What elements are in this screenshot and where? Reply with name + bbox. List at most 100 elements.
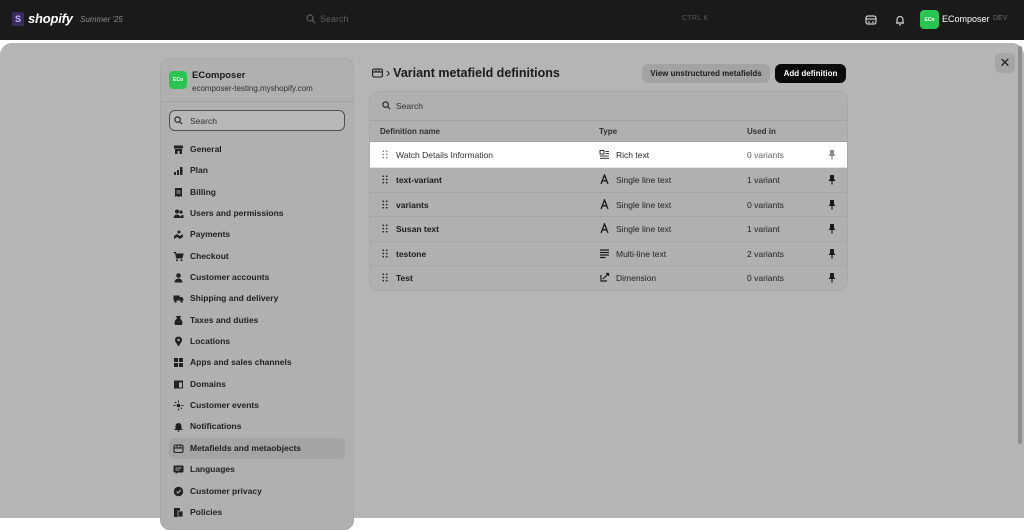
definition-name[interactable]: text-variant: [396, 175, 442, 185]
person-icon: [174, 273, 183, 283]
bell-icon[interactable]: [893, 13, 907, 27]
view-unstructured-metafields-button[interactable]: View unstructured metafields: [642, 64, 770, 83]
dimension-icon: [600, 272, 610, 282]
sidebar-item-label: Customer accounts: [190, 272, 270, 283]
pin-icon[interactable]: [827, 174, 837, 185]
store-avatar[interactable]: ECo: [920, 10, 939, 29]
sidebar-item-billing[interactable]: Billing: [169, 182, 345, 203]
column-header-used-in: Used in: [747, 127, 776, 136]
storefront-icon[interactable]: [864, 13, 878, 27]
global-search-placeholder: Search: [320, 14, 349, 24]
sidebar-item-plan[interactable]: Plan: [169, 160, 345, 181]
definition-used-in: 1 variant: [747, 175, 780, 185]
sidebar-item-metafields[interactable]: Metafields and metaobjects: [169, 437, 345, 460]
close-icon: ✕: [999, 55, 1011, 70]
pin-icon[interactable]: [827, 272, 837, 283]
search-shortcut: CTRL K: [682, 15, 709, 22]
page-title-text: Variant metafield definitions: [393, 66, 560, 80]
definition-name[interactable]: Watch Details Information: [396, 150, 493, 160]
store-icon: [174, 145, 183, 154]
settings-search-placeholder: Search: [190, 116, 217, 126]
definition-name[interactable]: testone: [396, 249, 426, 259]
multi-line-text-icon: [600, 248, 609, 258]
sidebar-item-domains[interactable]: Domains: [169, 374, 345, 395]
shopify-wordmark[interactable]: shopify: [28, 11, 73, 26]
sidebar-item-checkout[interactable]: Checkout: [169, 246, 345, 267]
drag-handle-icon[interactable]: [382, 248, 388, 258]
sidebar-item-users[interactable]: Users and permissions: [169, 203, 345, 224]
table-row[interactable]: testone Multi-line text 2 variants: [370, 241, 847, 266]
sidebar-item-label: Locations: [190, 336, 231, 347]
store-env-badge: DEV: [993, 15, 1008, 22]
sidebar-item-label: Shipping and delivery: [190, 293, 279, 304]
drag-handle-icon[interactable]: [382, 150, 388, 159]
sidebar-item-label: Plan: [190, 165, 208, 176]
definition-type: Single line text: [616, 224, 672, 234]
pin-icon[interactable]: [827, 248, 837, 259]
global-search-input[interactable]: Search CTRL K: [306, 13, 716, 27]
sidebar-item-label: Users and permissions: [190, 208, 284, 219]
sidebar-item-label: General: [190, 144, 222, 154]
definitions-card: Search Definition name Type Used in Watc…: [369, 91, 848, 291]
definition-name[interactable]: Susan text: [396, 224, 439, 234]
drag-handle-icon[interactable]: [382, 273, 388, 282]
column-header-type: Type: [599, 127, 618, 136]
pin-icon[interactable]: [827, 199, 837, 210]
sidebar-item-customer-events[interactable]: Customer events: [169, 395, 345, 416]
settings-sidebar: ECo EComposer ecomposer-testing.myshopif…: [160, 58, 354, 530]
drag-handle-icon[interactable]: [382, 199, 388, 209]
sidebar-item-languages[interactable]: Languages: [169, 459, 345, 480]
rich-text-icon: [599, 150, 609, 159]
close-button[interactable]: ✕: [995, 53, 1015, 73]
table-row[interactable]: text-variant Single line text 1 variant: [370, 167, 847, 193]
drag-handle-icon[interactable]: [382, 175, 388, 184]
definition-used-in: 2 variants: [747, 248, 784, 259]
definitions-search-input[interactable]: Search: [370, 92, 847, 121]
sidebar-item-customer-privacy[interactable]: Customer privacy: [169, 481, 345, 502]
definition-name[interactable]: variants: [396, 200, 429, 210]
sidebar-item-label: Metafields and metaobjects: [190, 442, 302, 453]
sidebar-store-domain: ecomposer-testing.myshopify.com: [192, 84, 313, 93]
page-title: › Variant metafield definitions: [372, 66, 560, 80]
sidebar-item-label: Customer privacy: [190, 485, 262, 496]
cart-icon: [173, 251, 184, 262]
sidebar-item-customer-accounts[interactable]: Customer accounts: [169, 267, 345, 288]
single-line-text-icon: [600, 174, 609, 185]
sidebar-item-locations[interactable]: Locations: [169, 331, 345, 352]
sidebar-item-payments[interactable]: Payments: [169, 224, 345, 245]
metafields-icon: [173, 444, 184, 453]
drag-handle-icon[interactable]: [382, 224, 388, 233]
store-avatar: ECo: [169, 71, 187, 89]
sidebar-item-shipping[interactable]: Shipping and delivery: [169, 288, 345, 309]
single-line-text-icon: [600, 198, 609, 209]
settings-search-input[interactable]: Search: [169, 110, 345, 131]
table-row[interactable]: Watch Details Information Rich text 0 va…: [370, 142, 847, 168]
privacy-icon: [173, 486, 184, 496]
store-name[interactable]: EComposer: [942, 14, 990, 24]
sidebar-item-label: Languages: [190, 464, 235, 475]
definition-name[interactable]: Test: [396, 273, 413, 283]
pin-icon[interactable]: [827, 223, 837, 234]
sidebar-item-taxes[interactable]: Taxes and duties: [169, 310, 345, 331]
sidebar-item-general[interactable]: General: [169, 139, 345, 160]
definition-type: Multi-line text: [616, 248, 667, 259]
table-row[interactable]: variants Single line text 0 variants: [370, 192, 847, 217]
search-icon: [174, 116, 183, 125]
add-definition-button[interactable]: Add definition: [775, 64, 846, 83]
tax-icon: [174, 315, 183, 325]
scrollbar[interactable]: [1018, 46, 1022, 444]
definition-type: Single line text: [616, 199, 672, 210]
pin-icon[interactable]: [827, 149, 837, 160]
sidebar-item-apps[interactable]: Apps and sales channels: [169, 352, 345, 373]
sidebar-item-notifications[interactable]: Notifications: [169, 416, 345, 437]
column-header-name: Definition name: [380, 127, 441, 136]
search-icon: [306, 14, 316, 24]
shopify-logo-icon[interactable]: S: [12, 12, 24, 26]
events-icon: [173, 400, 184, 411]
truck-icon: [173, 295, 184, 304]
table-row[interactable]: Test Dimension 0 variants: [370, 265, 847, 290]
sidebar-item-policies[interactable]: Policies: [169, 502, 345, 523]
definition-used-in: 0 variants: [747, 199, 784, 210]
users-icon: [173, 209, 184, 219]
table-row[interactable]: Susan text Single line text 1 variant: [370, 216, 847, 242]
